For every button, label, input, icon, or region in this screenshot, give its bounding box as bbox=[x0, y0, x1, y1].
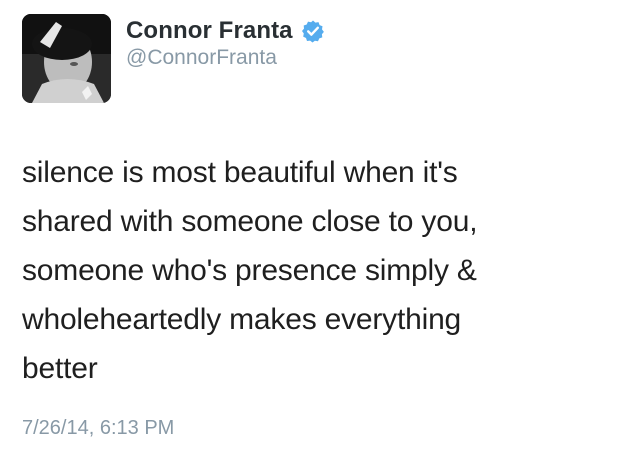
tweet-timestamp[interactable]: 7/26/14, 6:13 PM bbox=[22, 417, 174, 440]
tweet-card: Connor Franta @ConnorFranta silence is m… bbox=[0, 0, 639, 460]
verified-badge-icon bbox=[301, 19, 325, 43]
user-handle[interactable]: @ConnorFranta bbox=[126, 46, 277, 70]
name-row: Connor Franta bbox=[126, 14, 325, 48]
display-name[interactable]: Connor Franta bbox=[126, 17, 293, 45]
profile-photo bbox=[22, 14, 111, 103]
tweet-text: silence is most beautiful when it's shar… bbox=[22, 156, 478, 385]
avatar[interactable] bbox=[22, 14, 111, 103]
